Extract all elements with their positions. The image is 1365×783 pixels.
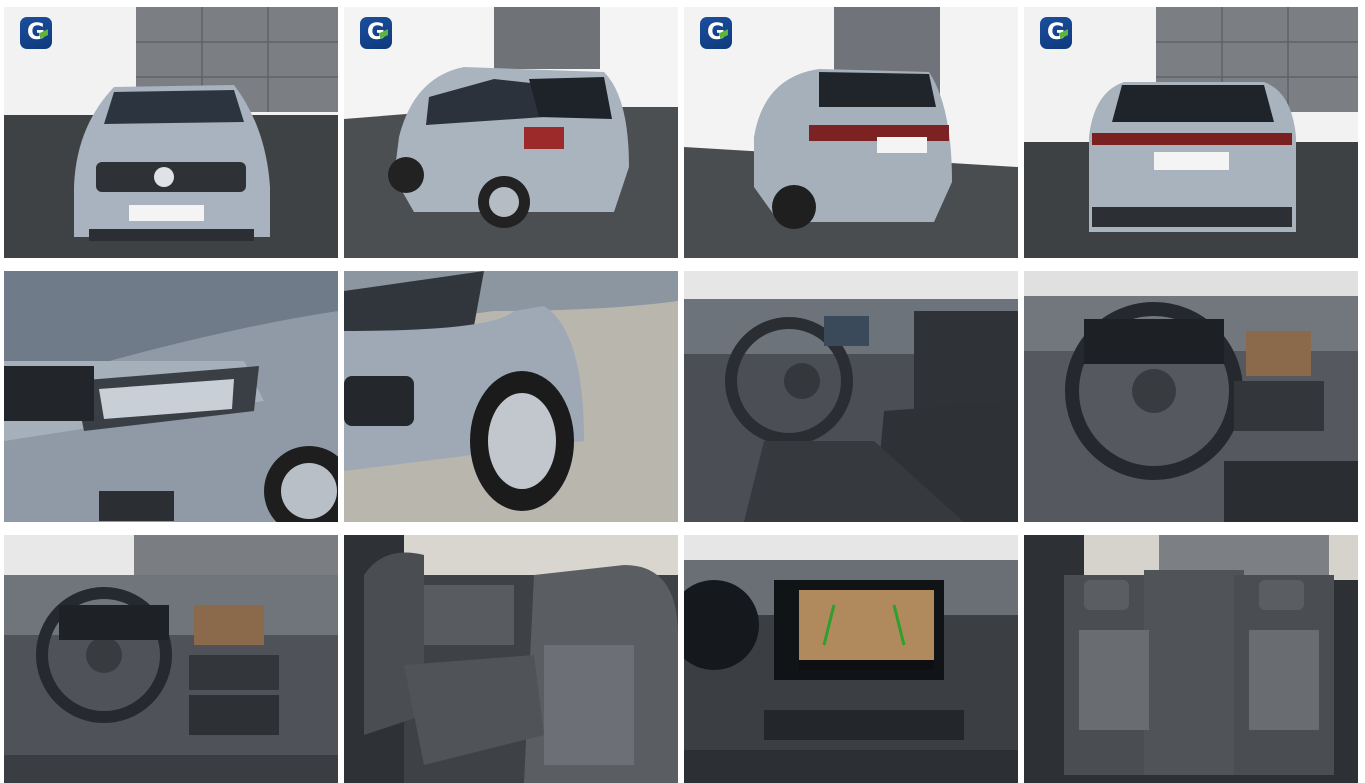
cockpit-image	[684, 271, 1018, 522]
dashboard-image	[4, 535, 338, 783]
car-rear-three-quarter-image	[684, 7, 1018, 258]
photo-rear-seats-front-view[interactable]	[1024, 535, 1358, 783]
dealer-logo: G	[358, 17, 394, 65]
photo-exterior-rear-three-quarter[interactable]: G	[684, 7, 1018, 258]
photo-headlight-detail[interactable]	[4, 271, 338, 522]
dealer-logo-icon: G	[1040, 17, 1072, 49]
dealer-logo: G	[18, 17, 54, 65]
rear-seats-image	[344, 535, 678, 783]
photo-exterior-front[interactable]: G	[4, 7, 338, 258]
photo-front-wheel-detail[interactable]	[344, 271, 678, 522]
photo-rear-seats-side[interactable]	[344, 535, 678, 783]
photo-exterior-rear[interactable]: G	[1024, 7, 1358, 258]
car-rear-left-image	[344, 7, 678, 258]
headlight-image	[4, 271, 338, 522]
photo-cockpit-driver-side[interactable]	[684, 271, 1018, 522]
dealer-logo-icon: G	[700, 17, 732, 49]
photo-dashboard-overview[interactable]	[4, 535, 338, 783]
dealer-logo: G	[1038, 17, 1074, 65]
photo-steering-wheel-dashboard[interactable]	[1024, 271, 1358, 522]
front-wheel-image	[344, 271, 678, 522]
car-rear-image	[1024, 7, 1358, 258]
photo-gallery: G G G G	[4, 7, 1358, 783]
steering-wheel-image	[1024, 271, 1358, 522]
rear-bench-image	[1024, 535, 1358, 783]
infotainment-image	[684, 535, 1018, 783]
dealer-logo-icon: G	[20, 17, 52, 49]
photo-infotainment-rear-camera[interactable]	[684, 535, 1018, 783]
dealer-logo-icon: G	[360, 17, 392, 49]
photo-exterior-rear-left[interactable]: G	[344, 7, 678, 258]
dealer-logo: G	[698, 17, 734, 65]
car-front-image	[4, 7, 338, 258]
